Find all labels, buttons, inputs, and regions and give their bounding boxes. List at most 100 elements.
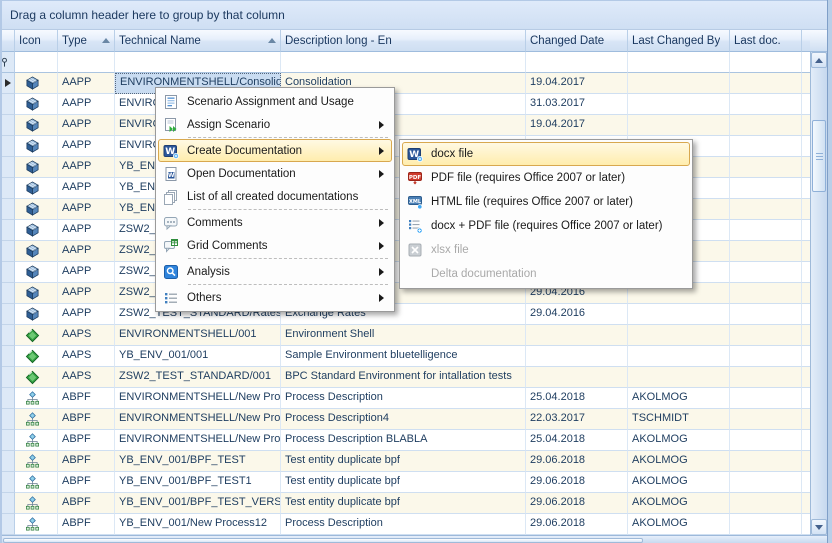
cell-icon[interactable] (15, 136, 58, 157)
scrollbar-track[interactable] (811, 68, 827, 519)
cell-icon[interactable] (15, 514, 58, 535)
cell-type[interactable]: ABPF (58, 430, 115, 451)
cell-type[interactable]: AAPP (58, 262, 115, 283)
cell-description[interactable]: Test entity duplicate bpf (281, 472, 526, 493)
filter-cell-by[interactable] (628, 52, 730, 73)
cell-technical-name[interactable]: YB_ENV_001/BPF_TEST (115, 451, 281, 472)
cell-last-doc[interactable] (730, 304, 802, 325)
menu-item-create-documentation[interactable]: WCreate Documentation (158, 139, 392, 162)
cell-type[interactable]: AAPS (58, 367, 115, 388)
cell-last-doc[interactable] (730, 493, 802, 514)
menu-item-analysis[interactable]: Analysis (158, 260, 392, 283)
cell-description[interactable]: Environment Shell (281, 325, 526, 346)
cell-type[interactable]: AAPP (58, 73, 115, 94)
cell-last-doc[interactable] (730, 115, 802, 136)
cell-type[interactable]: ABPF (58, 451, 115, 472)
filter-cell-icon[interactable] (15, 52, 58, 73)
cell-last-doc[interactable] (730, 430, 802, 451)
cell-icon[interactable] (15, 73, 58, 94)
cell-icon[interactable] (15, 325, 58, 346)
cell-icon[interactable] (15, 115, 58, 136)
column-header-type[interactable]: Type (58, 30, 115, 52)
cell-icon[interactable] (15, 178, 58, 199)
scroll-down-button[interactable] (811, 519, 827, 535)
horizontal-scrollbar-thumb[interactable] (3, 538, 643, 543)
cell-description[interactable]: Process Description BLABLA (281, 430, 526, 451)
cell-changed-date[interactable]: 29.06.2018 (526, 451, 628, 472)
cell-changed-date[interactable]: 22.03.2017 (526, 409, 628, 430)
cell-last-doc[interactable] (730, 178, 802, 199)
cell-changed-date[interactable]: 25.04.2018 (526, 388, 628, 409)
cell-last-changed-by[interactable]: AKOLMOG (628, 493, 730, 514)
table-row[interactable]: ABPFENVIRONMENTSHELL/New Proc...Process … (2, 430, 810, 451)
cell-icon[interactable] (15, 262, 58, 283)
cell-last-changed-by[interactable]: AKOLMOG (628, 388, 730, 409)
cell-last-doc[interactable] (730, 388, 802, 409)
cell-last-changed-by[interactable]: AKOLMOG (628, 472, 730, 493)
cell-last-doc[interactable] (730, 367, 802, 388)
cell-last-changed-by[interactable] (628, 115, 730, 136)
column-header-desc[interactable]: Description long - En (281, 30, 526, 52)
cell-last-changed-by[interactable] (628, 325, 730, 346)
cell-last-changed-by[interactable]: AKOLMOG (628, 451, 730, 472)
cell-last-changed-by[interactable]: AKOLMOG (628, 430, 730, 451)
cell-description[interactable]: Test entity duplicate bpf (281, 451, 526, 472)
cell-icon[interactable] (15, 304, 58, 325)
cell-last-doc[interactable] (730, 451, 802, 472)
cell-icon[interactable] (15, 346, 58, 367)
table-row[interactable]: ABPFENVIRONMENTSHELL/New Proc...Process … (2, 388, 810, 409)
menu-item-open-documentation[interactable]: WOpen Documentation (158, 162, 392, 185)
column-header-by[interactable]: Last Changed By (628, 30, 730, 52)
vertical-scrollbar[interactable] (810, 52, 827, 535)
cell-type[interactable]: ABPF (58, 493, 115, 514)
group-by-panel[interactable]: Drag a column header here to group by th… (2, 1, 827, 30)
column-header-icon[interactable]: Icon (15, 30, 58, 52)
scrollbar-thumb[interactable] (812, 120, 826, 192)
cell-last-changed-by[interactable] (628, 367, 730, 388)
table-row[interactable]: ABPFYB_ENV_001/BPF_TEST1Test entity dupl… (2, 472, 810, 493)
cell-type[interactable]: ABPF (58, 388, 115, 409)
table-row[interactable]: AAPSZSW2_TEST_STANDARD/001BPC Standard E… (2, 367, 810, 388)
cell-icon[interactable] (15, 367, 58, 388)
cell-type[interactable]: AAPP (58, 283, 115, 304)
cell-changed-date[interactable]: 29.04.2016 (526, 304, 628, 325)
cell-type[interactable]: AAPP (58, 94, 115, 115)
scroll-up-button[interactable] (811, 52, 827, 68)
cell-description[interactable]: Process Description (281, 514, 526, 535)
cell-icon[interactable] (15, 409, 58, 430)
cell-type[interactable]: AAPS (58, 325, 115, 346)
cell-changed-date[interactable]: 25.04.2018 (526, 430, 628, 451)
cell-type[interactable]: AAPP (58, 304, 115, 325)
menu-item-docx-pdf-file-requires-office-2007-or-later[interactable]: docx + PDF file (requires Office 2007 or… (402, 214, 690, 238)
cell-type[interactable]: AAPP (58, 136, 115, 157)
cell-icon[interactable] (15, 472, 58, 493)
table-row[interactable]: ABPFENVIRONMENTSHELL/New Proc...Process … (2, 409, 810, 430)
cell-technical-name[interactable]: ENVIRONMENTSHELL/New Proc... (115, 430, 281, 451)
table-row[interactable]: AAPPENVIRO31.03.2017 (2, 94, 810, 115)
cell-technical-name[interactable]: ENVIRONMENTSHELL/New Proc... (115, 388, 281, 409)
cell-changed-date[interactable] (526, 325, 628, 346)
menu-item-assign-scenario[interactable]: Assign Scenario (158, 113, 392, 136)
cell-last-changed-by[interactable]: TSCHMIDT (628, 409, 730, 430)
cell-last-doc[interactable] (730, 472, 802, 493)
cell-last-doc[interactable] (730, 241, 802, 262)
cell-last-doc[interactable] (730, 157, 802, 178)
cell-last-doc[interactable] (730, 409, 802, 430)
cell-technical-name[interactable]: YB_ENV_001/BPF_TEST1 (115, 472, 281, 493)
cell-description[interactable]: Process Description4 (281, 409, 526, 430)
cell-type[interactable]: AAPP (58, 115, 115, 136)
menu-item-list-of-all-created-documentations[interactable]: List of all created documentations (158, 185, 392, 208)
cell-type[interactable]: AAPP (58, 178, 115, 199)
cell-icon[interactable] (15, 199, 58, 220)
cell-icon[interactable] (15, 430, 58, 451)
cell-type[interactable]: AAPP (58, 220, 115, 241)
horizontal-scrollbar[interactable] (0, 535, 832, 543)
table-row[interactable]: ABPFYB_ENV_001/BPF_TEST_VERSIONTest enti… (2, 493, 810, 514)
cell-changed-date[interactable]: 29.06.2018 (526, 472, 628, 493)
table-row[interactable]: ABPFYB_ENV_001/BPF_TESTTest entity dupli… (2, 451, 810, 472)
cell-type[interactable]: AAPS (58, 346, 115, 367)
cell-last-doc[interactable] (730, 283, 802, 304)
filter-cell-tech[interactable] (115, 52, 281, 73)
menu-item-others[interactable]: Others (158, 286, 392, 309)
cell-last-doc[interactable] (730, 220, 802, 241)
